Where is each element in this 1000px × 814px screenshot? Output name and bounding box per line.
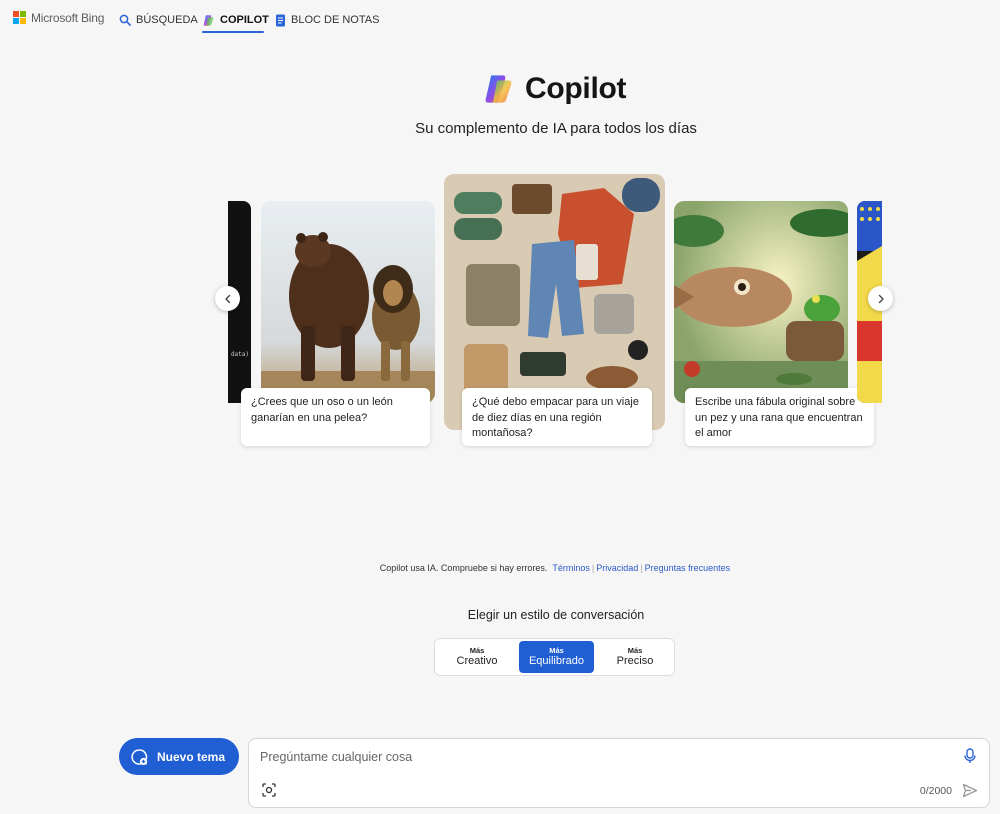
page-title: Copilot bbox=[525, 72, 627, 105]
tab-notebook[interactable]: BLOC DE NOTAS bbox=[275, 11, 379, 29]
search-icon bbox=[119, 14, 131, 26]
card-caption-packing[interactable]: ¿Qué debo empacar para un viaje de diez … bbox=[462, 388, 652, 446]
card-caption-fish-frog[interactable]: Escribe una fábula original sobre un pez… bbox=[685, 388, 874, 446]
chat-composer: 0/2000 bbox=[248, 738, 990, 808]
visual-search-icon[interactable] bbox=[262, 783, 276, 797]
style-option-balanced[interactable]: Más Equilibrado bbox=[519, 641, 594, 673]
card-caption-text: ¿Crees que un oso o un león ganarían en … bbox=[251, 396, 393, 424]
chat-input[interactable] bbox=[260, 747, 950, 767]
fish-frog-image bbox=[674, 201, 848, 403]
tab-search-label: BÚSQUEDA bbox=[136, 14, 198, 26]
disclaimer: Copilot usa IA. Compruebe si hay errores… bbox=[379, 563, 731, 573]
new-topic-label: Nuevo tema bbox=[157, 749, 226, 764]
carousel-next-button[interactable] bbox=[868, 286, 893, 311]
tab-copilot[interactable]: COPILOT bbox=[202, 11, 269, 29]
hero-title: Copilot bbox=[481, 72, 627, 106]
card-caption-bear-lion[interactable]: ¿Crees que un oso o un león ganarían en … bbox=[241, 388, 430, 446]
faq-link[interactable]: Preguntas frecuentes bbox=[645, 563, 731, 573]
carousel-prev-button[interactable] bbox=[215, 286, 240, 311]
chevron-left-icon bbox=[224, 294, 230, 303]
style-option-prefix: Más bbox=[469, 646, 485, 655]
style-option-prefix: Más bbox=[549, 646, 564, 655]
bing-brand[interactable]: Microsoft Bing bbox=[13, 11, 104, 25]
top-nav: Microsoft Bing BÚSQUEDA COPILOT BLOC DE … bbox=[0, 0, 1000, 40]
card-caption-text: Escribe una fábula original sobre un pez… bbox=[695, 396, 863, 439]
style-option-label: Equilibrado bbox=[528, 655, 585, 667]
card-image-bear-lion[interactable] bbox=[261, 201, 435, 403]
copilot-logo-icon bbox=[485, 75, 512, 103]
chevron-right-icon bbox=[878, 294, 884, 303]
card-image-fish-frog[interactable] bbox=[674, 201, 848, 403]
microsoft-logo-icon bbox=[13, 11, 27, 25]
copilot-icon bbox=[203, 14, 214, 26]
disclaimer-text: Copilot usa IA. Compruebe si hay errores… bbox=[379, 563, 548, 573]
suggestion-carousel: data) ¿Crees que un oso o un león ganarí… bbox=[228, 172, 882, 462]
privacy-link[interactable]: Privacidad bbox=[596, 563, 638, 573]
brand-text: Microsoft Bing bbox=[31, 11, 105, 25]
tab-copilot-label: COPILOT bbox=[220, 14, 269, 26]
conversation-style-picker: Más Creativo Más Equilibrado Más Preciso bbox=[434, 638, 675, 676]
active-tab-indicator bbox=[202, 31, 264, 33]
style-option-creative[interactable]: Más Creativo bbox=[439, 641, 515, 673]
style-option-prefix: Más bbox=[627, 646, 643, 655]
bear-lion-image bbox=[261, 201, 435, 403]
terms-link[interactable]: Términos bbox=[552, 563, 590, 573]
microphone-icon[interactable] bbox=[963, 748, 977, 764]
send-icon[interactable] bbox=[962, 783, 978, 798]
style-option-label: Preciso bbox=[616, 655, 654, 667]
style-option-label: Creativo bbox=[456, 655, 498, 667]
new-chat-icon bbox=[131, 748, 148, 765]
conversation-style-label: Elegir un estilo de conversación bbox=[467, 608, 645, 622]
card-caption-text: ¿Qué debo empacar para un viaje de diez … bbox=[472, 396, 639, 439]
new-topic-button[interactable]: Nuevo tema bbox=[119, 738, 239, 775]
style-option-precise[interactable]: Más Preciso bbox=[598, 641, 672, 673]
notebook-icon bbox=[276, 14, 285, 26]
character-counter: 0/2000 bbox=[919, 785, 952, 797]
tagline: Su complemento de IA para todos los días bbox=[415, 120, 697, 137]
tab-search[interactable]: BÚSQUEDA bbox=[119, 11, 198, 29]
tab-notebook-label: BLOC DE NOTAS bbox=[291, 14, 380, 26]
edge-code-text: data) bbox=[230, 351, 249, 358]
